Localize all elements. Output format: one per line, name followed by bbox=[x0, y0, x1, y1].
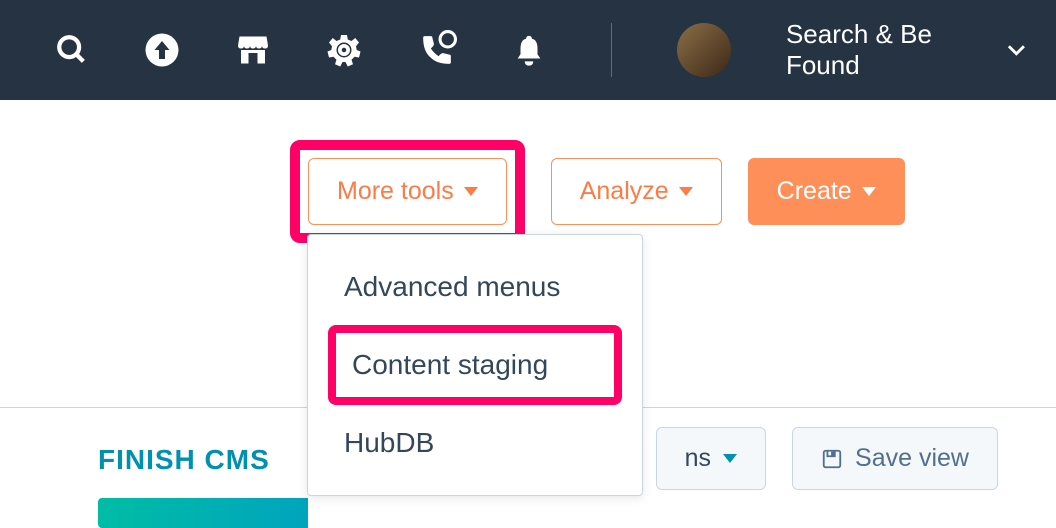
account-switcher[interactable]: Search & Be Found bbox=[786, 19, 1026, 81]
dropdown-item-hubdb[interactable]: HubDB bbox=[308, 411, 642, 475]
create-button[interactable]: Create bbox=[748, 158, 905, 225]
create-label: Create bbox=[777, 177, 852, 206]
navbar-divider bbox=[611, 23, 612, 77]
more-tools-dropdown: Advanced menus Content staging HubDB bbox=[307, 234, 643, 496]
topbar-icon-group bbox=[55, 30, 546, 70]
right-controls: ns Save view bbox=[656, 427, 998, 490]
marketplace-icon[interactable] bbox=[235, 32, 271, 68]
save-icon bbox=[821, 448, 843, 470]
top-navbar: Search & Be Found bbox=[0, 0, 1056, 100]
chevron-down-icon bbox=[1007, 43, 1026, 57]
settings-icon[interactable] bbox=[326, 32, 362, 68]
ns-suffix: ns bbox=[685, 444, 711, 473]
truncated-ns-button[interactable]: ns bbox=[656, 427, 766, 490]
more-tools-button[interactable]: More tools bbox=[308, 158, 507, 225]
caret-down-icon bbox=[679, 187, 693, 196]
caret-down-icon bbox=[723, 454, 737, 463]
analyze-button[interactable]: Analyze bbox=[551, 158, 722, 225]
avatar[interactable] bbox=[677, 23, 731, 77]
save-view-button[interactable]: Save view bbox=[792, 427, 998, 490]
highlight-more-tools: More tools bbox=[290, 140, 525, 243]
notifications-icon[interactable] bbox=[512, 33, 546, 67]
dropdown-item-advanced-menus[interactable]: Advanced menus bbox=[308, 255, 642, 319]
dropdown-item-content-staging[interactable]: Content staging bbox=[328, 325, 622, 405]
calls-icon[interactable] bbox=[417, 30, 457, 70]
account-name-label: Search & Be Found bbox=[786, 19, 999, 81]
progress-bar bbox=[98, 498, 308, 528]
upgrade-icon[interactable] bbox=[144, 32, 180, 68]
caret-down-icon bbox=[862, 187, 876, 196]
search-icon[interactable] bbox=[55, 33, 89, 67]
more-tools-label: More tools bbox=[337, 177, 454, 206]
action-toolbar: More tools Analyze Create bbox=[0, 100, 1056, 243]
save-view-label: Save view bbox=[855, 444, 969, 473]
analyze-label: Analyze bbox=[580, 177, 669, 206]
caret-down-icon bbox=[464, 187, 478, 196]
